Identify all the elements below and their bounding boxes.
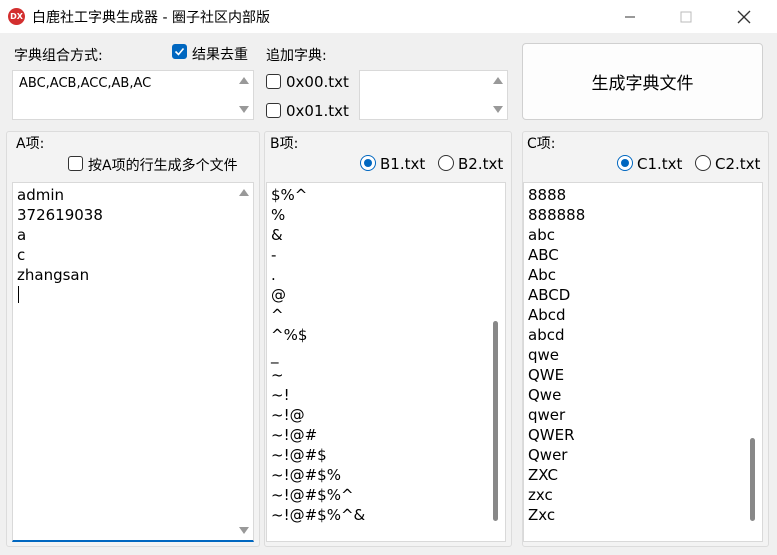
c1-label: C1.txt (637, 155, 683, 173)
list-item: zhangsan (17, 266, 90, 284)
list-item: 8888 (528, 186, 567, 204)
list-item: ABC (528, 246, 559, 264)
list-item: QWE (528, 366, 565, 384)
c1-radio[interactable] (617, 155, 633, 171)
list-item: _ (271, 346, 279, 364)
list-item: a (17, 226, 27, 244)
list-item: & (271, 226, 283, 244)
group-c-scrollbar[interactable] (743, 183, 762, 541)
group-c-title: C项: (527, 136, 556, 152)
text-cursor (18, 286, 19, 303)
list-item: $%^ (271, 186, 308, 204)
list-item: zxc (528, 486, 553, 504)
combo-input-value: ABC,ACB,ACC,AB,AC (19, 76, 152, 91)
group-a-scrollbar[interactable] (234, 183, 253, 540)
group-c-textarea[interactable]: 8888 888888 abc ABC Abc ABCD Abcd abcd qwe QWE Qwe… (523, 182, 763, 542)
multi-file-label: 按A项的行生成多个文件 (88, 158, 238, 174)
list-item: abc (528, 226, 555, 244)
scroll-thumb[interactable] (750, 438, 755, 521)
b2-label: B2.txt (458, 155, 504, 173)
extra-0x00-checkbox[interactable] (266, 74, 281, 89)
list-item: ~! (271, 386, 290, 404)
list-item: Zxc (528, 506, 556, 524)
list-item: Abcd (528, 306, 566, 324)
b2-radio[interactable] (438, 155, 454, 171)
window-title: 白鹿社工字典生成器 - 圈子社区内部版 (32, 10, 270, 26)
check-icon (174, 47, 185, 56)
list-item: c (17, 246, 26, 264)
combo-input[interactable]: ABC,ACB,ACC,AB,AC (12, 70, 254, 120)
list-item: admin (17, 186, 64, 204)
list-item: ABCD (528, 286, 571, 304)
minimize-icon (624, 16, 635, 17)
list-item: 888888 (528, 206, 586, 224)
list-item: ZXC (528, 466, 558, 484)
extra-0x00-label: 0x00.txt (286, 73, 349, 91)
group-a-title: A项: (16, 136, 45, 152)
group-a-textarea[interactable]: admin 372619038 a c zhangsan (12, 182, 254, 542)
list-item: ~!@# (271, 426, 318, 444)
list-item: 372619038 (17, 206, 103, 224)
group-b-scrollbar[interactable] (486, 183, 505, 541)
list-item: Abc (528, 266, 557, 284)
close-button[interactable] (717, 0, 770, 33)
scroll-up-icon[interactable] (239, 77, 249, 84)
extra-dict-list[interactable] (359, 70, 508, 120)
list-item: @ (271, 286, 286, 304)
combo-scrollbar[interactable] (234, 71, 253, 119)
list-item: ~!@#$%^& (271, 506, 366, 524)
app-logo-icon: DX (8, 8, 25, 25)
title-bar: DX 白鹿社工字典生成器 - 圈子社区内部版 (0, 0, 777, 33)
maximize-icon (680, 11, 691, 22)
scroll-down-icon[interactable] (239, 106, 249, 113)
c2-radio[interactable] (695, 155, 711, 171)
extra-0x01-checkbox[interactable] (266, 103, 281, 118)
list-item: Qwe (528, 386, 562, 404)
list-item: Qwer (528, 446, 568, 464)
list-item: ~!@#$%^ (271, 486, 354, 504)
multi-file-checkbox[interactable] (68, 156, 83, 171)
scroll-up-icon[interactable] (239, 189, 249, 196)
maximize-button[interactable] (659, 0, 712, 33)
scroll-thumb[interactable] (493, 321, 498, 521)
list-item: % (271, 206, 286, 224)
b1-radio[interactable] (360, 155, 376, 171)
dedup-label: 结果去重 (192, 47, 248, 63)
dedup-checkbox[interactable] (172, 44, 187, 59)
minimize-button[interactable] (603, 0, 656, 33)
list-item: . (271, 266, 276, 284)
b1-label: B1.txt (380, 155, 426, 173)
group-b-title: B项: (270, 136, 299, 152)
list-item: ~ (271, 366, 284, 384)
list-item: ~!@#$% (271, 466, 341, 484)
generate-dict-button[interactable]: 生成字典文件 (522, 43, 763, 120)
list-item: qwer (528, 406, 566, 424)
list-item: - (271, 246, 277, 264)
list-item: qwe (528, 346, 560, 364)
list-item: ~!@#$ (271, 446, 327, 464)
scroll-down-icon[interactable] (239, 527, 249, 534)
extra-0x01-label: 0x01.txt (286, 102, 349, 120)
list-item: ^%$ (271, 326, 308, 344)
close-icon (737, 10, 750, 23)
extra-dict-label: 追加字典: (266, 48, 327, 64)
list-item: ~!@ (271, 406, 305, 424)
list-item: abcd (528, 326, 565, 344)
combo-label: 字典组合方式: (14, 48, 103, 64)
list-item: ^ (271, 306, 284, 324)
extra-dict-scrollbar[interactable] (488, 71, 507, 119)
scroll-up-icon[interactable] (493, 77, 503, 84)
group-b-textarea[interactable]: $%^% & -. @ ^ ^%$ _ ~ ~! ~!@ ~!@# ~!@#$ ~!@#$% ~!@#$%… (266, 182, 506, 542)
list-item: QWER (528, 426, 575, 444)
c2-label: C2.txt (715, 155, 761, 173)
scroll-down-icon[interactable] (493, 106, 503, 113)
